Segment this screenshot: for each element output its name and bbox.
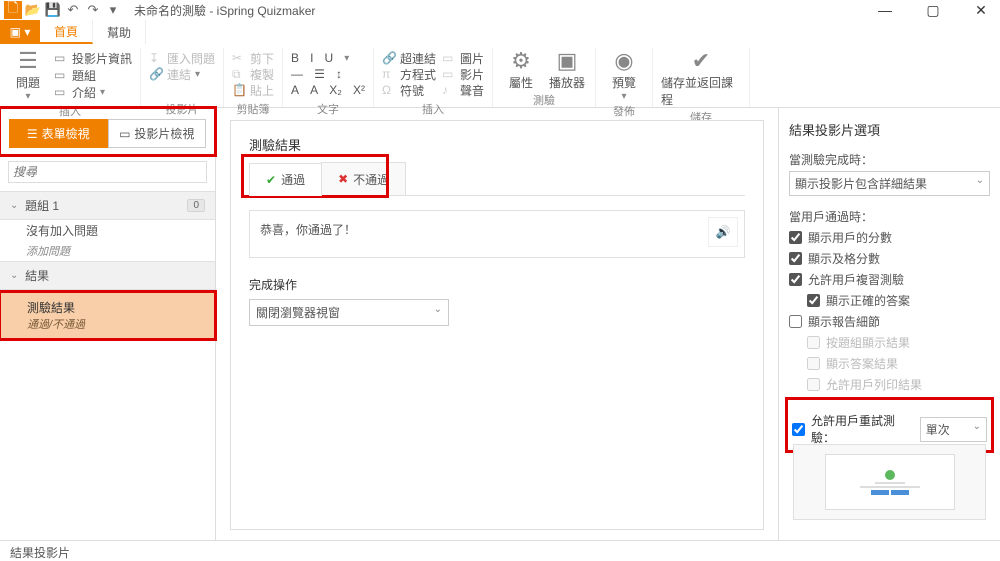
cut-button: ✂剪下 [232, 50, 274, 66]
count-badge: 0 [187, 199, 205, 212]
player-button[interactable]: ▣播放器 [547, 48, 587, 91]
chk-answer-result: 顯示答案結果 [807, 355, 990, 372]
chevron-down-icon: ⌄ [973, 421, 981, 438]
link-button: 🔗連結▾ [149, 66, 215, 82]
redo-icon[interactable]: ↷ [84, 1, 102, 19]
ribbon-group-insert2: 🔗超連結 π方程式 Ω符號 ▭圖片 ▭影片 ♪聲音 插入 [374, 48, 493, 107]
ribbon-group-text: B I U ▾ — ☰ ↕ A A X₂ X² 文字 [283, 48, 374, 107]
new-icon[interactable]: 🗋 [4, 1, 22, 19]
maximize-button[interactable]: ▢ [918, 2, 948, 19]
slide-icon: ▭ [119, 127, 130, 141]
chk-show-correct[interactable]: 顯示正確的答案 [807, 292, 990, 309]
message-text: 恭喜，你通過了！ [260, 223, 356, 237]
slide-info-button[interactable]: ▭投影片資訊 [54, 50, 132, 66]
open-icon[interactable]: 📂 [24, 1, 42, 19]
group-header[interactable]: ⌄ 題組 1 0 [0, 191, 215, 220]
retry-row: 允許用戶重試測驗： 單次⌄ [792, 412, 987, 446]
right-panel: 結果投影片選項 當測驗完成時： 顯示投影片包含詳細結果⌄ 當用戶通過時： 顯示用… [778, 108, 1000, 540]
chk-report-detail[interactable]: 顯示報告細節 [789, 313, 990, 330]
chk-by-group: 按題組顯示結果 [807, 334, 990, 351]
preview-thumb [793, 444, 986, 520]
ribbon-group-quiz: ⚙屬性 ▣播放器 測驗 [493, 48, 596, 107]
speaker-icon: 🔊 [716, 225, 731, 239]
fail-tab[interactable]: ✖不通過 [321, 162, 406, 195]
chevron-down-icon: ⌄ [10, 270, 18, 281]
view-toggle: ☰表單檢視 ▭投影片檢視 [1, 109, 214, 154]
ribbon-group-publish: ◉預覽▾ 發佈 [596, 48, 653, 107]
window-title: 未命名的測驗 - iSpring Quizmaker [134, 2, 315, 19]
complete-action-label: 完成操作 [249, 276, 745, 293]
chk-pass-score[interactable]: 顯示及格分數 [789, 250, 990, 267]
quiz-result-item[interactable]: 測驗結果 通過/不通過 [1, 293, 214, 338]
save-return-button[interactable]: ✔儲存並返回課程 [661, 48, 741, 108]
tab-strip: ▣ ▾ 首頁 幫助 [0, 20, 1000, 44]
chk-print: 允許用戶列印結果 [807, 376, 990, 393]
result-sub: 通過/不通過 [27, 316, 204, 332]
result-card: 測驗結果 ✔通過 ✖不通過 恭喜，你通過了！ 🔊 完成操作 關閉瀏覽器視窗⌄ [230, 120, 764, 530]
right-title: 結果投影片選項 [789, 120, 990, 139]
pass-tab[interactable]: ✔通過 [249, 163, 322, 196]
undo-icon[interactable]: ↶ [64, 1, 82, 19]
chk-retry[interactable] [792, 423, 805, 436]
ribbon-group-save: ✔儲存並返回課程 儲存 [653, 48, 750, 107]
body: ☰表單檢視 ▭投影片檢視 ⌄ 題組 1 0 沒有加入問題 添加問題 ⌄ 結果 測… [0, 108, 1000, 540]
center-panel: 測驗結果 ✔通過 ✖不通過 恭喜，你通過了！ 🔊 完成操作 關閉瀏覽器視窗⌄ [216, 108, 778, 540]
window-controls: — ▢ ✕ [870, 2, 996, 19]
retry-label: 允許用戶重試測驗： [811, 412, 914, 446]
check-icon [885, 470, 895, 480]
cross-icon: ✖ [338, 172, 348, 186]
preview-button[interactable]: ◉預覽▾ [604, 48, 644, 102]
list-icon: ☰ [27, 127, 38, 141]
left-panel: ☰表單檢視 ▭投影片檢視 ⌄ 題組 1 0 沒有加入問題 添加問題 ⌄ 結果 測… [0, 108, 216, 540]
ribbon-group-slide: ↧匯入問題 🔗連結▾ 投影片 [141, 48, 224, 107]
file-menu-button[interactable]: ▣ ▾ [0, 20, 40, 44]
search-input[interactable] [8, 161, 207, 183]
status-bar: 結果投影片 [0, 540, 1000, 560]
audio-button[interactable]: 🔊 [708, 217, 738, 247]
group-label: 測驗 [501, 91, 587, 108]
label-when-pass: 當用戶通過時： [789, 208, 990, 225]
title-bar: 🗋 📂 💾 ↶ ↷ ▾ 未命名的測驗 - iSpring Quizmaker —… [0, 0, 1000, 20]
result-tabs: ✔通過 ✖不通過 [249, 162, 745, 196]
close-button[interactable]: ✕ [966, 2, 996, 19]
result-name: 測驗結果 [27, 299, 204, 316]
copy-button: ⧉複製 [232, 66, 274, 82]
intro-button[interactable]: ▭介紹▾ [54, 84, 132, 100]
ribbon-group-clipboard: ✂剪下 ⧉複製 📋貼上 剪貼簿 [224, 48, 283, 107]
chevron-down-icon: ⌄ [976, 175, 984, 192]
properties-button[interactable]: ⚙屬性 [501, 48, 541, 91]
form-view-button[interactable]: ☰表單檢視 [9, 119, 108, 148]
check-icon: ✔ [266, 173, 276, 187]
question-button[interactable]: ☰問題▾ [8, 48, 48, 102]
chk-review[interactable]: 允許用戶複習測驗 [789, 271, 990, 288]
card-title: 測驗結果 [249, 135, 745, 154]
results-header[interactable]: ⌄ 結果 [0, 261, 215, 290]
no-questions-label: 沒有加入問題 [0, 220, 215, 241]
group-button[interactable]: ▭題組 [54, 67, 132, 83]
complete-select[interactable]: 顯示投影片包含詳細結果⌄ [789, 171, 990, 196]
add-question-link[interactable]: 添加問題 [0, 241, 215, 261]
search-box [8, 161, 207, 183]
message-box[interactable]: 恭喜，你通過了！ 🔊 [249, 210, 745, 258]
retry-select[interactable]: 單次⌄ [920, 417, 987, 442]
complete-action-select[interactable]: 關閉瀏覽器視窗⌄ [249, 299, 449, 326]
quick-access: 🗋 📂 💾 ↶ ↷ ▾ [4, 1, 122, 19]
save-icon[interactable]: 💾 [44, 1, 62, 19]
paste-button: 📋貼上 [232, 82, 274, 98]
ribbon: ☰問題▾ ▭投影片資訊 ▭題組 ▭介紹▾ 插入 ↧匯入問題 🔗連結▾ 投影片 ✂… [0, 44, 1000, 108]
import-button: ↧匯入問題 [149, 50, 215, 66]
chevron-down-icon: ⌄ [434, 304, 442, 321]
chk-user-score[interactable]: 顯示用戶的分數 [789, 229, 990, 246]
chevron-down-icon: ⌄ [10, 200, 18, 211]
minimize-button[interactable]: — [870, 2, 900, 19]
qa-dropdown-icon[interactable]: ▾ [104, 1, 122, 19]
tab-help[interactable]: 幫助 [93, 20, 146, 44]
slide-view-button[interactable]: ▭投影片檢視 [108, 119, 207, 148]
label-when-complete: 當測驗完成時： [789, 151, 990, 168]
ribbon-group-insert1: ☰問題▾ ▭投影片資訊 ▭題組 ▭介紹▾ 插入 [0, 48, 141, 107]
tab-home[interactable]: 首頁 [40, 20, 93, 44]
